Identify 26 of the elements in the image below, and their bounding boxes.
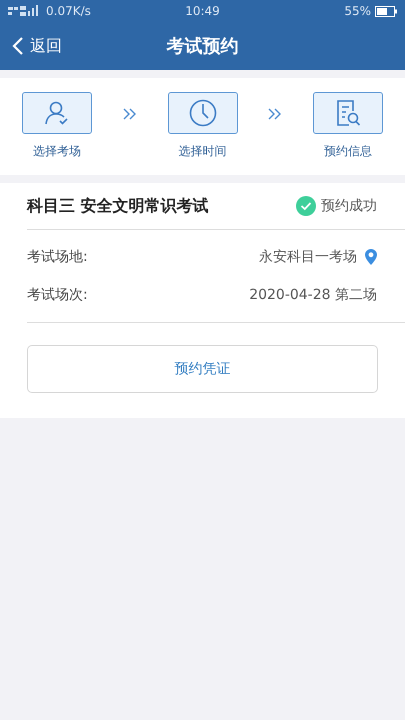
step-card[interactable]: [168, 92, 238, 134]
step-label: 预约信息: [324, 143, 372, 160]
battery-percent: 55%: [344, 4, 371, 18]
field-label: 考试场次:: [27, 286, 88, 304]
page-title: 考试预约: [166, 35, 238, 58]
field-value: 永安科目一考场: [259, 248, 357, 266]
exam-title: 科目三 安全文明常识考试: [27, 196, 209, 216]
step-label: 选择时间: [178, 143, 226, 160]
battery-icon: [375, 6, 397, 16]
document-search-icon: [335, 99, 361, 127]
status-text: 预约成功: [321, 197, 377, 215]
field-label: 考试场地:: [27, 248, 88, 266]
status-time: 10:49: [185, 4, 220, 18]
field-value: 2020-04-28 第二场: [249, 286, 377, 304]
chevron-left-icon: [12, 37, 24, 55]
clock-icon: [188, 98, 218, 128]
user-check-icon: [44, 100, 70, 126]
double-chevron-icon: [268, 107, 282, 121]
location-pin-icon[interactable]: [365, 249, 377, 265]
certificate-button[interactable]: 预约凭证: [27, 345, 378, 393]
step-card[interactable]: [22, 92, 92, 134]
step-card[interactable]: [313, 92, 383, 134]
back-button[interactable]: 返回: [0, 32, 74, 60]
network-speed: 0.07K/s: [46, 4, 91, 18]
double-chevron-icon: [122, 107, 137, 121]
step-label: 选择考场: [33, 143, 81, 160]
